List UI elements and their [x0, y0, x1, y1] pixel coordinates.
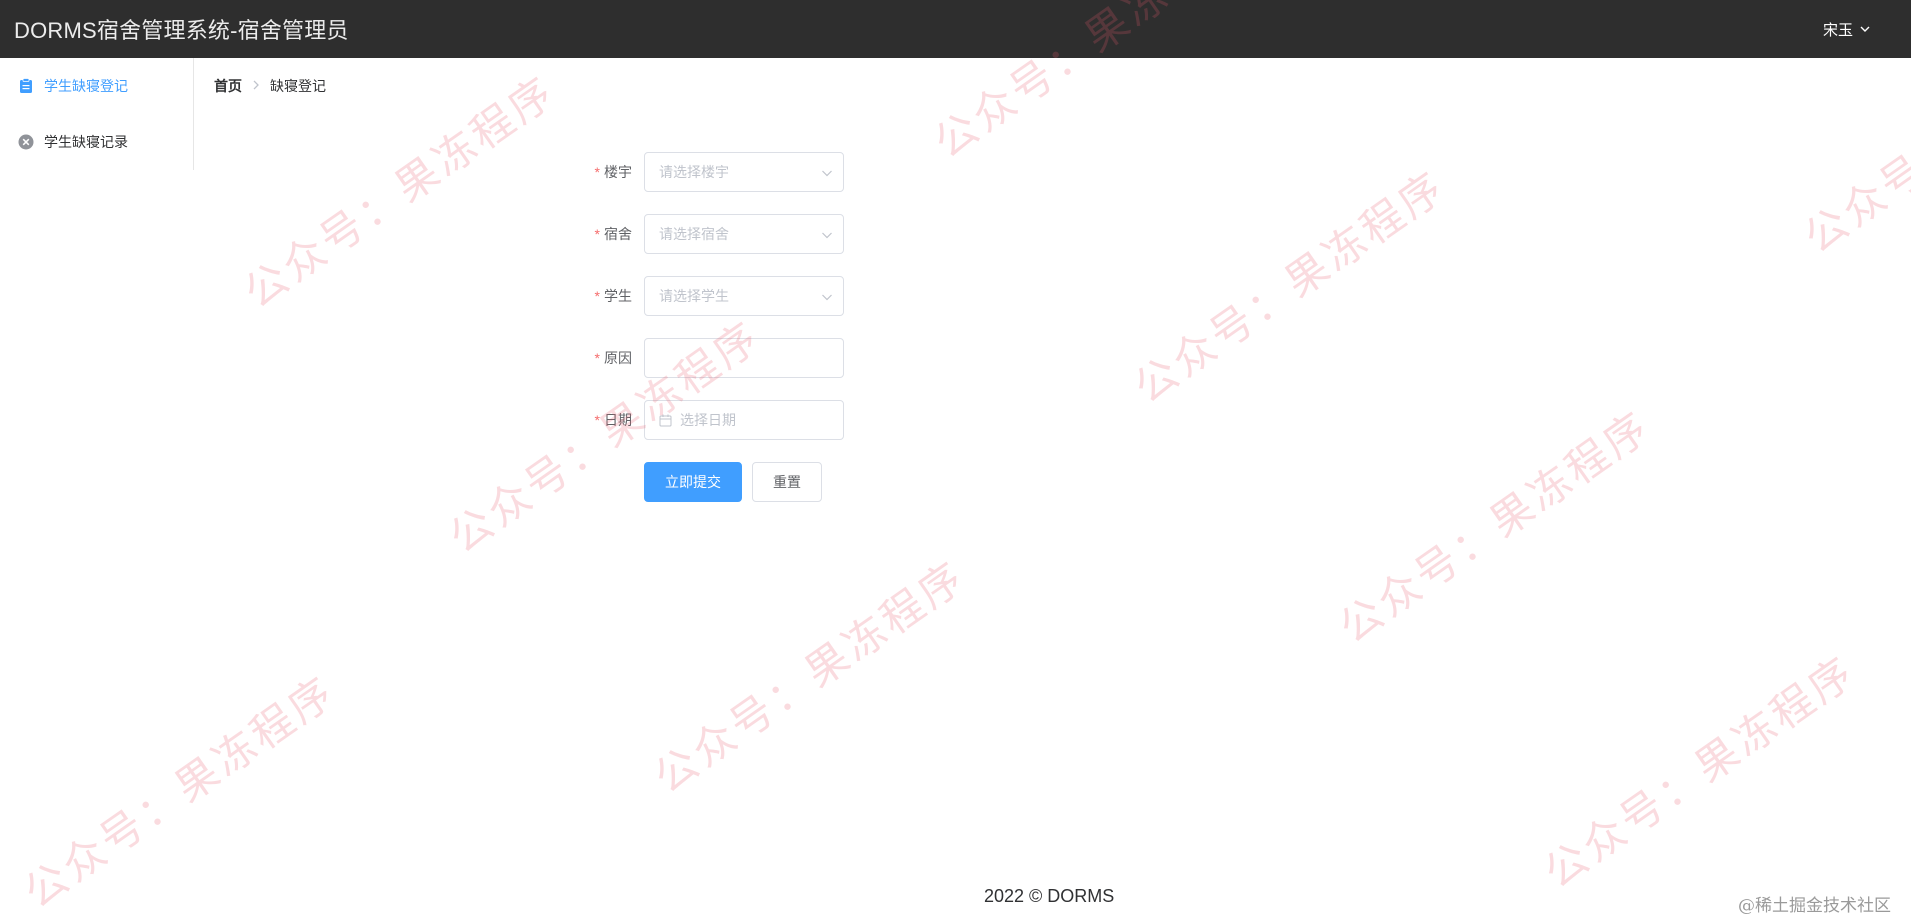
sidebar: 学生缺寝登记 学生缺寝记录: [0, 58, 194, 170]
sidebar-item-absence-register[interactable]: 学生缺寝登记: [0, 58, 193, 114]
absence-form: * 楼宇 请选择楼宇 * 宿舍 请选择宿舍 * 学生 请选择学生 * 原因 * …: [560, 152, 860, 502]
clipboard-icon: [18, 78, 34, 94]
watermark-text: 公众号：果冻程序: [235, 67, 565, 317]
breadcrumb-home[interactable]: 首页: [214, 76, 242, 96]
user-menu[interactable]: 宋玉: [1823, 19, 1871, 40]
watermark-text: 公众号：果冻程序: [1535, 647, 1865, 897]
chevron-down-icon: [1859, 23, 1871, 35]
watermark-text: 公众号：果冻程序: [1330, 402, 1660, 652]
app-title: DORMS宿舍管理系统-宿舍管理员: [14, 18, 349, 43]
student-placeholder: 请选择学生: [659, 288, 729, 304]
chevron-right-icon: [252, 79, 260, 93]
chevron-down-icon: [821, 166, 833, 182]
student-select[interactable]: 请选择学生: [644, 276, 844, 316]
dorm-select[interactable]: 请选择宿舍: [644, 214, 844, 254]
circle-close-icon: [18, 134, 34, 150]
watermark-text: 公众号：果冻程序: [645, 552, 975, 802]
chevron-down-icon: [821, 290, 833, 306]
sidebar-item-label: 学生缺寝登记: [44, 78, 128, 94]
building-placeholder: 请选择楼宇: [659, 164, 729, 180]
site-watermark: @稀土掘金技术社区: [1738, 896, 1891, 916]
calendar-icon: [659, 414, 672, 427]
form-row-student: * 学生 请选择学生: [560, 276, 860, 316]
date-label: * 日期: [594, 412, 632, 428]
date-placeholder: 选择日期: [680, 412, 736, 428]
top-header: DORMS宿舍管理系统-宿舍管理员 宋玉: [0, 0, 1911, 58]
watermark-layer: 公众号：果冻程序 公众号：果冻程序 公众号：果冻程序 公众号：果冻程序 公众号：…: [0, 0, 1911, 920]
student-label: * 学生: [594, 288, 632, 304]
form-actions: 立即提交 重置: [644, 462, 860, 502]
form-row-building: * 楼宇 请选择楼宇: [560, 152, 860, 192]
watermark-text: 公众号：果冻程序: [1125, 162, 1455, 412]
form-row-reason: * 原因: [560, 338, 860, 378]
dorm-placeholder: 请选择宿舍: [659, 226, 729, 242]
dorm-label: * 宿舍: [594, 226, 632, 242]
user-name: 宋玉: [1822, 21, 1853, 39]
building-label: * 楼宇: [594, 164, 632, 180]
breadcrumb-current: 缺寝登记: [270, 78, 326, 94]
form-row-dorm: * 宿舍 请选择宿舍: [560, 214, 860, 254]
reset-button[interactable]: 重置: [752, 462, 822, 502]
sidebar-item-absence-records[interactable]: 学生缺寝记录: [0, 114, 193, 170]
chevron-down-icon: [821, 228, 833, 244]
date-picker[interactable]: 选择日期: [644, 400, 844, 440]
sidebar-item-label: 学生缺寝记录: [44, 134, 128, 150]
form-row-date: * 日期 选择日期: [560, 400, 860, 440]
reason-input[interactable]: [644, 338, 844, 378]
reason-label: * 原因: [594, 350, 632, 366]
building-select[interactable]: 请选择楼宇: [644, 152, 844, 192]
breadcrumb: 首页 缺寝登记: [214, 76, 326, 96]
submit-button[interactable]: 立即提交: [644, 462, 742, 502]
watermark-text: 公众号：果冻程序: [15, 667, 345, 917]
footer-copyright: 2022 © DORMS: [984, 886, 1115, 906]
